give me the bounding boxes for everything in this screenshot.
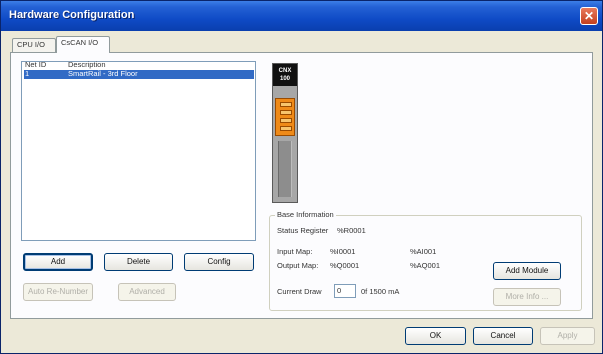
hardware-configuration-dialog: Hardware Configuration ✕ CPU I/O CsCAN I…	[0, 0, 603, 354]
list-header: Net ID Description	[22, 60, 255, 70]
output-map-label: Output Map:	[277, 261, 319, 270]
tab-cpu-io[interactable]: CPU I/O	[12, 38, 56, 52]
window-title: Hardware Configuration	[9, 9, 135, 21]
output-map-digital: %Q0001	[330, 261, 360, 270]
add-module-button[interactable]: Add Module	[493, 262, 561, 280]
title-bar[interactable]: Hardware Configuration ✕	[1, 1, 602, 31]
input-map-digital: %I0001	[330, 247, 356, 256]
module-slot	[278, 141, 292, 197]
list-item[interactable]: 1 SmartRail - 3rd Floor	[24, 69, 254, 79]
base-information-title: Base Information	[275, 210, 336, 219]
tab-cpu-io-label: CPU I/O	[17, 40, 45, 49]
config-button[interactable]: Config	[184, 253, 254, 271]
tab-cscan-io-label: CsCAN I/O	[61, 38, 99, 47]
tab-cscan-io[interactable]: CsCAN I/O	[56, 36, 110, 53]
module-name: CNX 100	[273, 64, 297, 86]
cnx100-module-image[interactable]: CNX 100	[272, 63, 298, 203]
status-register-value: %R0001	[337, 226, 366, 235]
ok-button[interactable]: OK	[405, 327, 466, 345]
auto-renumber-button[interactable]: Auto Re-Number	[23, 283, 93, 301]
connector-pin	[280, 118, 292, 123]
current-draw-field[interactable]: 0	[334, 284, 356, 298]
connector-pin	[280, 102, 292, 107]
current-draw-max: 0f 1500 mA	[361, 287, 400, 296]
input-map-analog: %AI001	[410, 247, 437, 256]
input-map-label: Input Map:	[277, 247, 313, 256]
connector-pin	[280, 126, 292, 131]
column-description[interactable]: Description	[68, 60, 106, 69]
close-icon[interactable]: ✕	[580, 7, 598, 25]
apply-button[interactable]: Apply	[540, 327, 595, 345]
network-list[interactable]: Net ID Description 1 SmartRail - 3rd Flo…	[21, 60, 256, 241]
cancel-button[interactable]: Cancel	[473, 327, 533, 345]
advanced-button[interactable]: Advanced	[118, 283, 176, 301]
description-cell: SmartRail - 3rd Floor	[68, 69, 138, 78]
current-draw-label: Current Draw	[277, 287, 322, 296]
connector-pin	[280, 110, 292, 115]
output-map-analog: %AQ001	[410, 261, 441, 270]
column-net-id[interactable]: Net ID	[25, 60, 46, 69]
module-connector	[275, 98, 295, 136]
more-info-button[interactable]: More Info ...	[493, 288, 561, 306]
status-register-label: Status Register	[277, 226, 329, 235]
net-id-cell: 1	[25, 69, 30, 78]
add-button[interactable]: Add	[23, 253, 93, 271]
delete-button[interactable]: Delete	[104, 253, 173, 271]
